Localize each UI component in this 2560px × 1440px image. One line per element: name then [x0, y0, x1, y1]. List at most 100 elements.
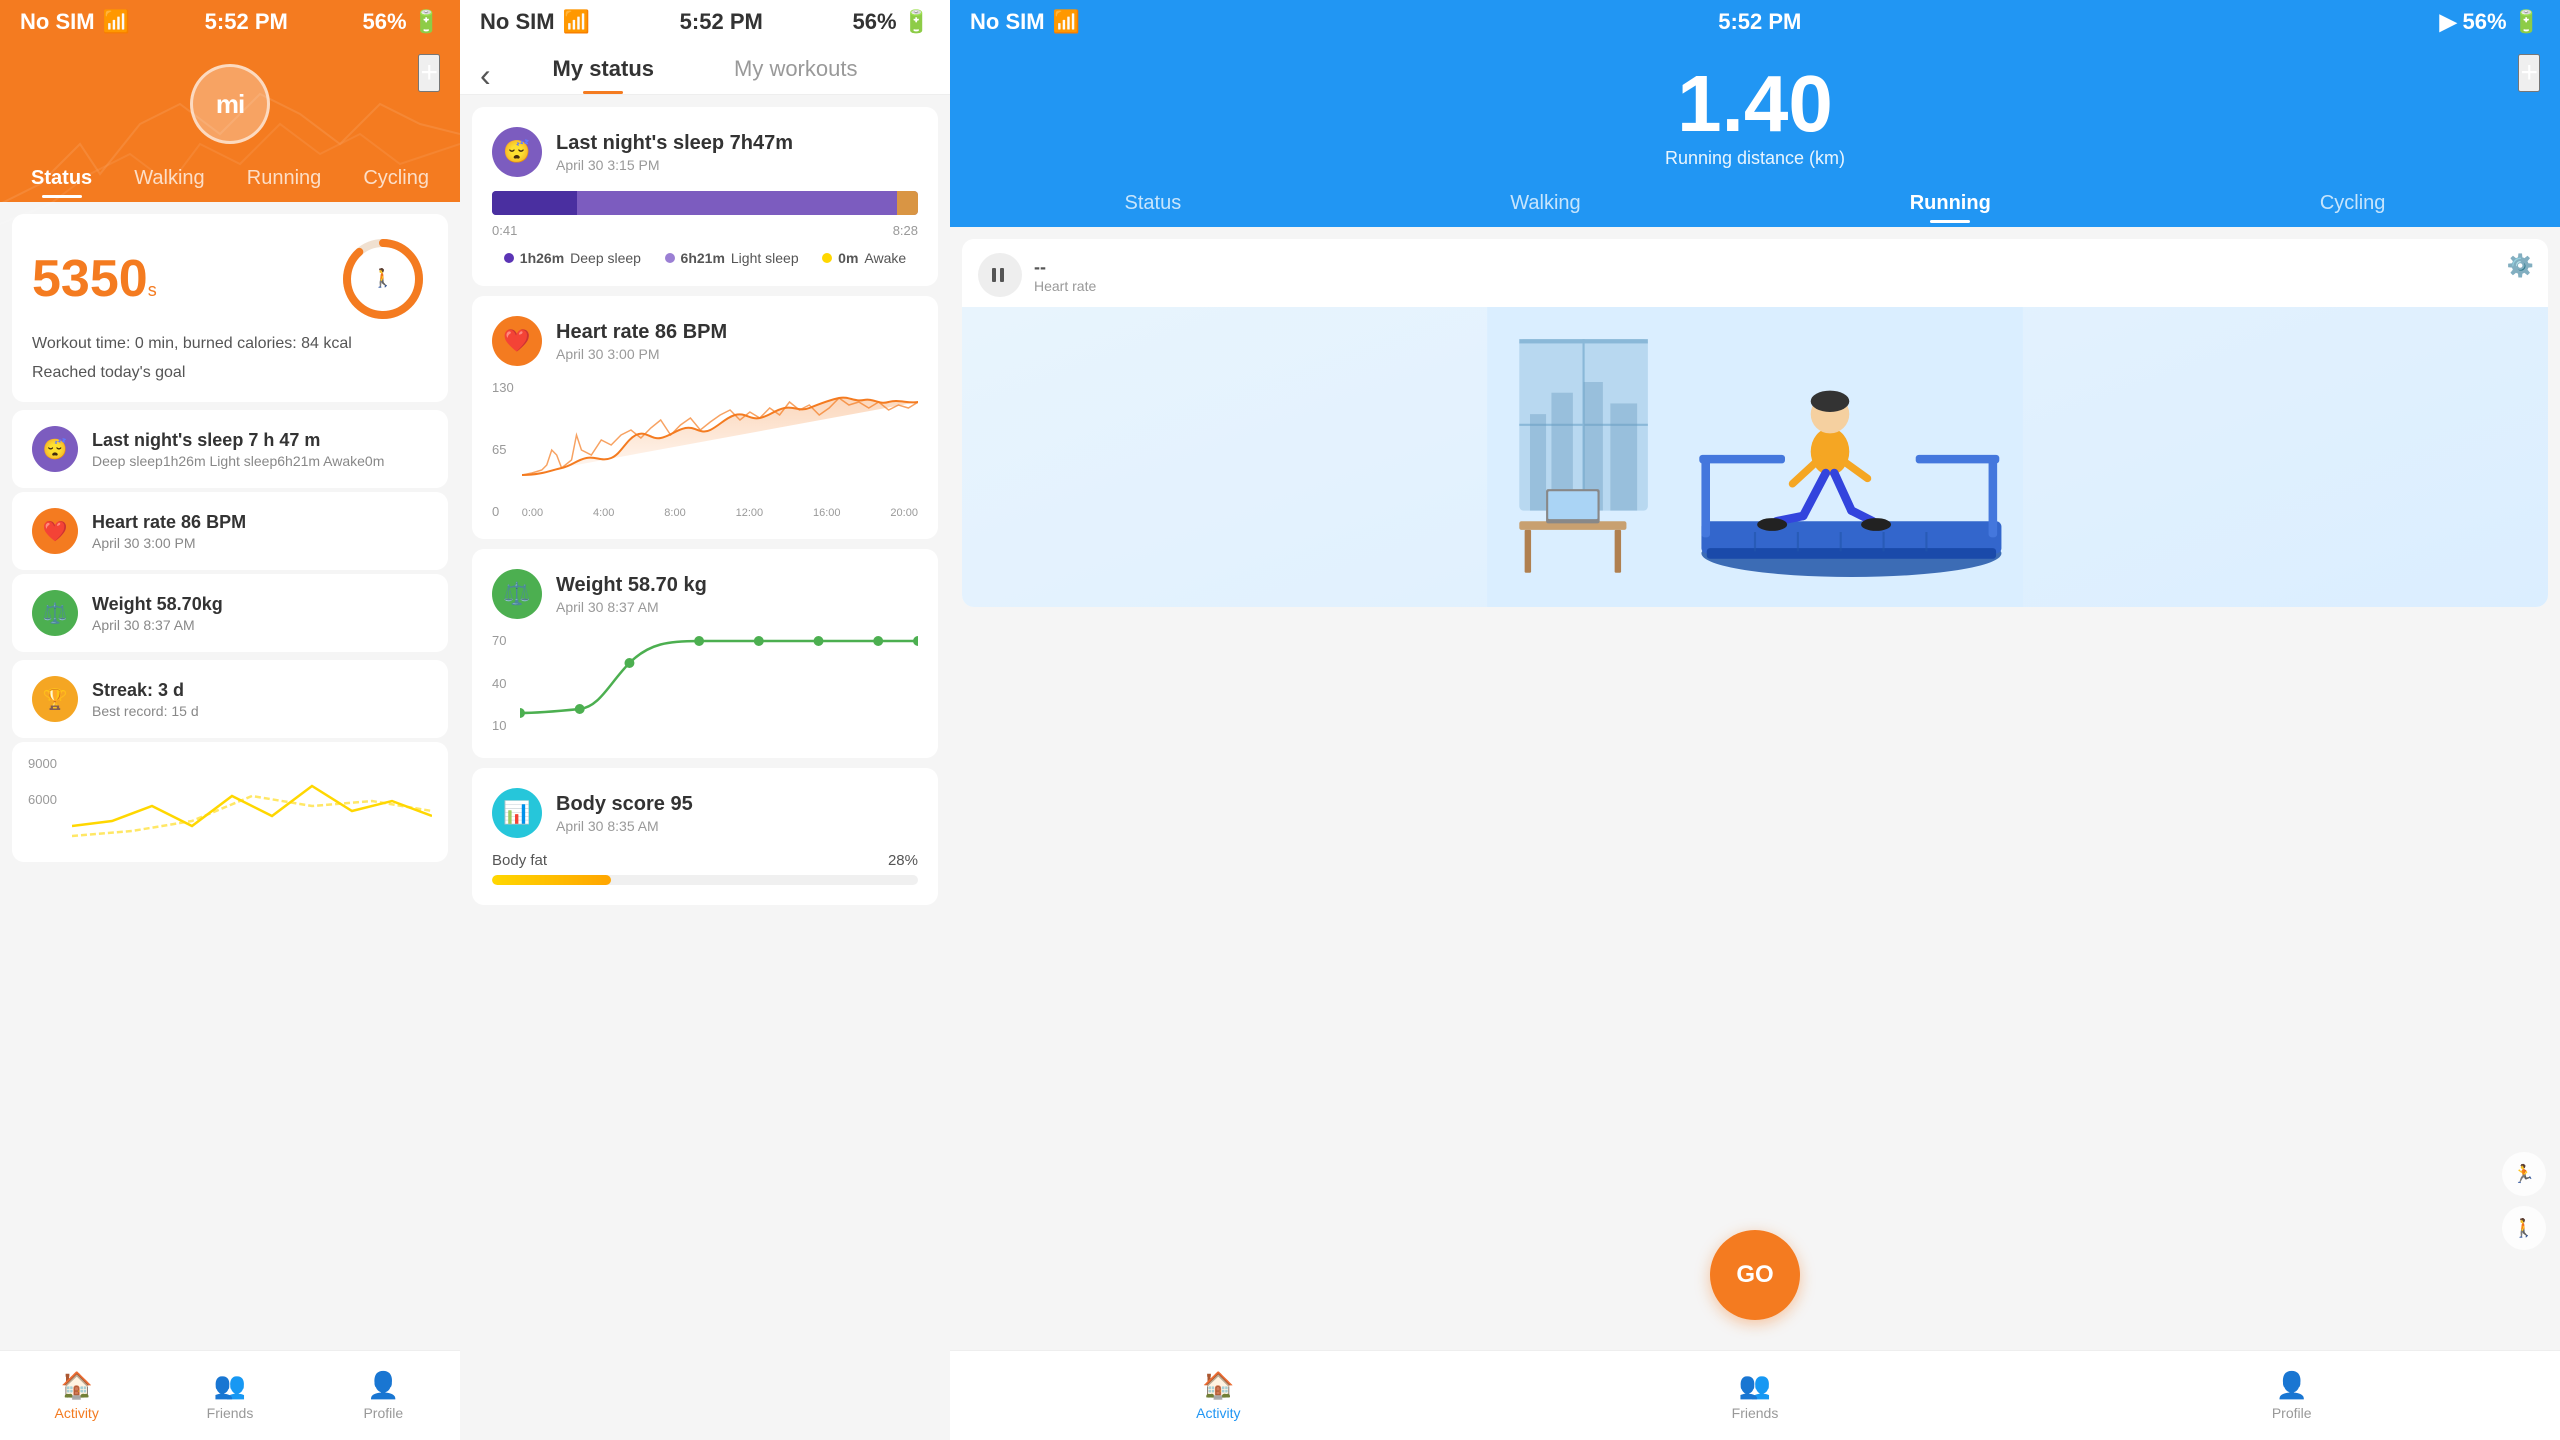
runner-card: -- Heart rate ⚙️ [962, 239, 2548, 607]
sleep-time-labels: 0:41 8:28 [492, 223, 918, 238]
running-distance-display: 1.40 Running distance (km) [970, 64, 2540, 169]
steps-number: 5350 [32, 250, 148, 308]
sleep-title-1: Last night's sleep 7 h 47 m [92, 430, 384, 451]
back-button-2[interactable]: ‹ [480, 57, 491, 94]
sleep-icon-1: 😴 [32, 426, 78, 472]
hr-chart-wrap: 130 65 0 [492, 380, 918, 519]
gear-button-3[interactable]: ⚙️ [2507, 253, 2534, 279]
tab-status-1[interactable]: Status [19, 159, 104, 202]
weight-item-1[interactable]: ⚖️ Weight 58.70kg April 30 8:37 AM [12, 574, 448, 652]
streak-subtitle: Best record: 15 d [92, 703, 199, 719]
tab-running-1[interactable]: Running [235, 159, 334, 202]
steps-chart-card: 9000 6000 [12, 742, 448, 862]
battery-icon-3: 🔋 [2513, 9, 2540, 35]
hr-y-0: 0 [492, 504, 514, 519]
add-button-1[interactable]: + [418, 54, 440, 92]
nav-friends-label-3: Friends [1732, 1405, 1779, 1421]
sleep-card-date: April 30 3:15 PM [556, 157, 793, 173]
wifi-icon-2: 📶 [563, 9, 590, 35]
add-button-3[interactable]: + [2518, 54, 2540, 92]
status-bar-3: No SIM 📶 5:52 PM ▶ 56% 🔋 [950, 0, 2560, 44]
nav-friends-label-1: Friends [207, 1405, 254, 1421]
tab-mystatus[interactable]: My status [533, 56, 674, 94]
weight-y-40: 40 [492, 676, 512, 691]
tab-walking-3[interactable]: Walking [1498, 184, 1592, 227]
walking-side-icon[interactable]: 🚶 [2502, 1206, 2546, 1250]
sleep-item-1[interactable]: 😴 Last night's sleep 7 h 47 m Deep sleep… [12, 410, 448, 488]
tab-cycling-1[interactable]: Cycling [351, 159, 441, 202]
awake-legend: 0m Awake [822, 250, 906, 266]
sleep-text-1: Last night's sleep 7 h 47 m Deep sleep1h… [92, 430, 384, 469]
nav-friends-3[interactable]: 👥 Friends [1487, 1370, 2024, 1421]
sleep-card-2: 😴 Last night's sleep 7h47m April 30 3:15… [472, 107, 938, 286]
light-sleep-label: Light sleep [731, 250, 799, 266]
hr-card-date: April 30 3:00 PM [556, 346, 727, 362]
nav-profile-icon-1: 👤 [367, 1370, 399, 1401]
hr-item-1[interactable]: ❤️ Heart rate 86 BPM April 30 3:00 PM [12, 492, 448, 570]
weight-icon-1: ⚖️ [32, 590, 78, 636]
weight-status-icon: ⚖️ [492, 569, 542, 619]
nav-activity-3[interactable]: 🏠 Activity [950, 1370, 1487, 1421]
hr-y-130: 130 [492, 380, 514, 395]
tab-running-3[interactable]: Running [1898, 184, 2003, 227]
body-fat-label-row: Body fat 28% [492, 852, 918, 869]
awake-label: Awake [864, 250, 906, 266]
body-fat-label: Body fat [492, 852, 547, 869]
status-bar-1: No SIM 📶 5:52 PM 56% 🔋 [0, 0, 460, 44]
body-fat-bar: Body fat 28% [492, 852, 918, 885]
status-bar-right-2: 56% 🔋 [853, 9, 930, 35]
hr-icon-3 [978, 253, 1022, 297]
weight-y-10: 10 [492, 718, 512, 733]
runner-illustration [962, 307, 2548, 607]
weight-card-2: ⚖️ Weight 58.70 kg April 30 8:37 AM 70 4… [472, 549, 938, 758]
weight-subtitle-1: April 30 8:37 AM [92, 617, 223, 633]
running-side-icon[interactable]: 🏃 [2502, 1152, 2546, 1196]
panel2-content: 😴 Last night's sleep 7h47m April 30 3:15… [460, 95, 950, 1440]
nav-activity-1[interactable]: 🏠 Activity [0, 1370, 153, 1421]
tab-status-3[interactable]: Status [1113, 184, 1194, 227]
goal-text: Reached today's goal [32, 364, 428, 382]
steps-card: 5350s 🚶 Workout time: 0 min, burned calo… [12, 214, 448, 402]
battery-text-3: 56% [2463, 9, 2507, 35]
nav-profile-3[interactable]: 👤 Profile [2023, 1370, 2560, 1421]
workout-info: Workout time: 0 min, burned calories: 84… [32, 332, 428, 356]
hr-card-header: ❤️ Heart rate 86 BPM April 30 3:00 PM [492, 316, 918, 366]
steps-unit: s [148, 280, 157, 300]
status-bar-2: No SIM 📶 5:52 PM 56% 🔋 [460, 0, 950, 44]
svg-text:🚶: 🚶 [372, 267, 394, 288]
body-score-card: 📊 Body score 95 April 30 8:35 AM Body fa… [472, 768, 938, 905]
panel3-tabs: Status Walking Running Cycling [950, 174, 2560, 227]
weight-chart-svg [520, 633, 918, 733]
status-bar-left-2: No SIM 📶 [480, 9, 590, 35]
tab-walking-1[interactable]: Walking [122, 159, 216, 202]
nav-profile-1[interactable]: 👤 Profile [307, 1370, 460, 1421]
light-sleep-value: 6h21m [681, 250, 725, 266]
panel2-header: ‹ My status My workouts [460, 44, 950, 95]
nav-friends-1[interactable]: 👥 Friends [153, 1370, 306, 1421]
time-2: 5:52 PM [680, 9, 763, 35]
awake-dot [822, 253, 832, 263]
sleep-card-info: Last night's sleep 7h47m April 30 3:15 P… [556, 132, 793, 173]
go-button[interactable]: GO [1710, 1230, 1800, 1320]
tab-myworkouts[interactable]: My workouts [714, 56, 877, 94]
hr-y-labels: 130 65 0 [492, 380, 522, 519]
deep-sleep-label: Deep sleep [570, 250, 641, 266]
battery-text-1: 56% [363, 9, 407, 35]
hr-subtitle-1: April 30 3:00 PM [92, 535, 246, 551]
panel-running: No SIM 📶 5:52 PM ▶ 56% 🔋 + 1.40 Running … [950, 0, 2560, 1440]
running-distance-label: Running distance (km) [970, 148, 2540, 169]
hr-x-16: 16:00 [813, 507, 841, 519]
streak-item[interactable]: 🏆 Streak: 3 d Best record: 15 d [12, 660, 448, 738]
status-bar-right-3: ▶ 56% 🔋 [2440, 9, 2540, 35]
deep-sleep-segment [492, 191, 577, 215]
side-icons: 🏃 🚶 [2502, 1152, 2546, 1250]
deep-sleep-legend: 1h26m Deep sleep [504, 250, 641, 266]
tab-cycling-3[interactable]: Cycling [2308, 184, 2398, 227]
bottom-nav-3: 🏠 Activity 👥 Friends 👤 Profile [950, 1350, 2560, 1440]
weight-card-date: April 30 8:37 AM [556, 599, 707, 615]
weight-card-info: Weight 58.70 kg April 30 8:37 AM [556, 574, 707, 615]
nav-friends-icon-3: 👥 [1739, 1370, 1771, 1401]
streak-text: Streak: 3 d Best record: 15 d [92, 680, 199, 719]
wifi-icon-3: 📶 [1053, 9, 1080, 35]
battery-icon-2: 🔋 [903, 9, 930, 35]
